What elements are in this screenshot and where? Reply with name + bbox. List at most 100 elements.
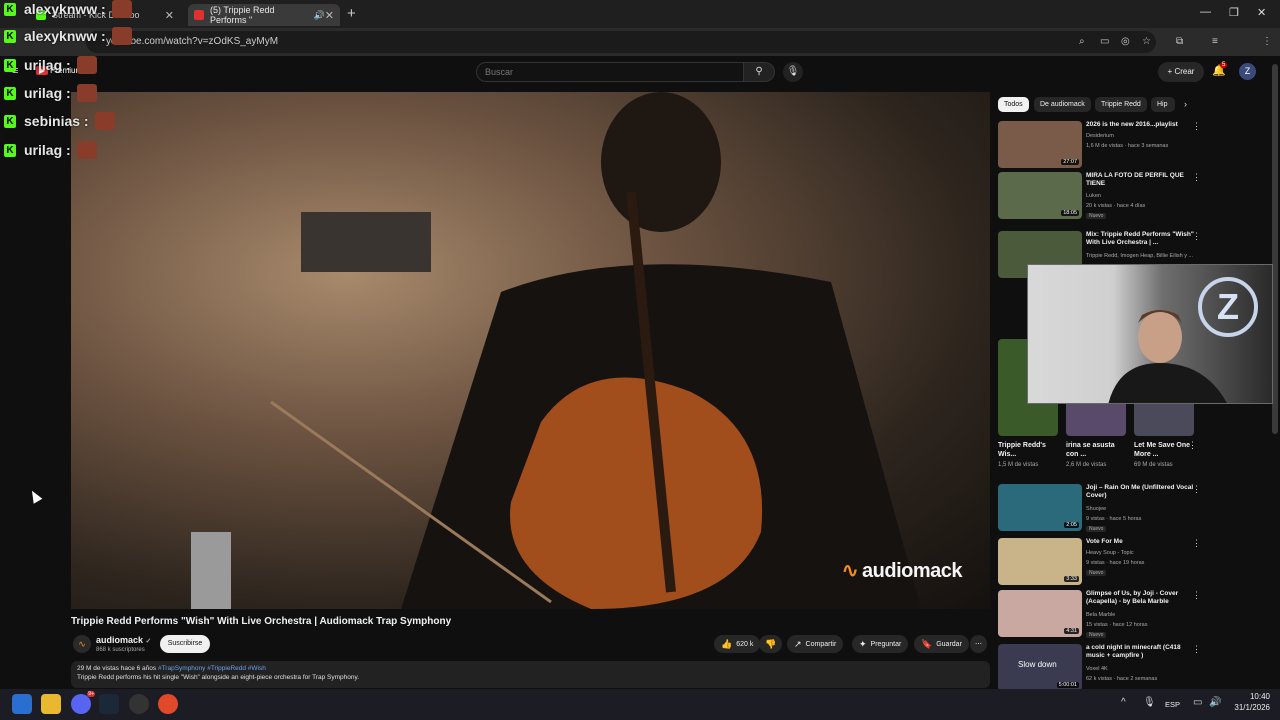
tab-title: (5) Trippie Redd Performs ": [210, 5, 275, 25]
file-explorer-icon[interactable]: [41, 694, 61, 714]
chip-all[interactable]: Todos: [998, 97, 1029, 112]
chevron-right-icon[interactable]: ›: [1184, 99, 1187, 109]
eye-off-icon[interactable]: ◎: [1121, 36, 1130, 47]
channel-name[interactable]: Luken: [1086, 193, 1101, 199]
mouse-cursor: [27, 488, 43, 504]
more-options-icon[interactable]: ⋮: [1192, 121, 1201, 132]
chat-user: alexyknww :: [24, 1, 106, 17]
search-button[interactable]: ⚲: [744, 62, 775, 82]
save-button[interactable]: 🔖 Guardar: [914, 635, 969, 653]
video-thumbnail[interactable]: 2:05: [998, 484, 1082, 531]
cast-icon[interactable]: ▭: [1100, 36, 1109, 47]
new-tab-button[interactable]: +: [347, 5, 356, 22]
more-icon[interactable]: ⋮: [1262, 36, 1272, 47]
short-title[interactable]: Trippie Redd's Wis...: [998, 441, 1058, 459]
share-button[interactable]: ↗ Compartir: [787, 635, 844, 653]
chat-user: urilag :: [24, 57, 71, 73]
chevron-up-icon[interactable]: ^: [1121, 697, 1126, 708]
ask-label: Preguntar: [870, 640, 902, 648]
hashtags[interactable]: #TrapSymphony #TrippieRedd #Wish: [158, 665, 266, 672]
more-options-icon[interactable]: ⋮: [1188, 440, 1197, 451]
list-item[interactable]: 27:07 2026 is the new 2016...playlist De…: [998, 121, 1238, 171]
list-item[interactable]: 2:05 Joji – Rain On Me (Unfiltered Vocal…: [998, 484, 1238, 534]
avatar[interactable]: Z: [1239, 63, 1256, 80]
video-player[interactable]: ∿ audiomack: [71, 92, 990, 609]
verified-icon: ✓: [145, 638, 152, 645]
chat-message: Kurilag :: [4, 141, 97, 159]
more-options-icon[interactable]: ⋮: [1192, 484, 1201, 495]
channel-name[interactable]: Heavy Soup - Topic: [1086, 550, 1134, 556]
video-thumbnail[interactable]: 18:05: [998, 172, 1082, 219]
video-title[interactable]: 2026 is the new 2016...playlist: [1086, 121, 1196, 129]
close-window-button[interactable]: ✕: [1257, 6, 1266, 19]
video-thumbnail[interactable]: 27:07: [998, 121, 1082, 168]
ask-button[interactable]: ✦ Preguntar: [852, 635, 909, 653]
more-options-icon[interactable]: ⋮: [1192, 590, 1201, 601]
discord-icon[interactable]: 9+: [71, 691, 95, 714]
reading-list-icon[interactable]: ≡: [1212, 36, 1218, 47]
subscribe-button[interactable]: Suscribirse: [160, 635, 210, 653]
close-icon[interactable]: ✕: [325, 9, 334, 22]
url-field[interactable]: youtube.com/watch?v=zOdKS_ayMyM: [86, 31, 1156, 53]
tab-youtube-video[interactable]: (5) Trippie Redd Performs " 🔊 ✕: [188, 4, 340, 26]
video-title[interactable]: Glimpse of Us, by Joji - Cover (Acapella…: [1086, 590, 1196, 607]
video-title[interactable]: Mix: Trippie Redd Performs "Wish" With L…: [1086, 231, 1196, 248]
steam-icon[interactable]: [99, 694, 119, 714]
video-thumbnail[interactable]: 4:31: [998, 590, 1082, 637]
volume-icon[interactable]: 🔊: [1209, 697, 1221, 708]
network-icon[interactable]: ▭: [1193, 697, 1202, 708]
windows-start-icon[interactable]: [12, 694, 32, 714]
list-item[interactable]: Slow down 5:00:01 a cold night in minecra…: [998, 644, 1238, 689]
restore-button[interactable]: ❐: [1229, 6, 1239, 19]
channel-name[interactable]: Trippie Redd, Imogen Heap, Billie Eilish…: [1086, 253, 1193, 259]
list-item[interactable]: 3:33 Vote For Me Heavy Soup - Topic 9 vi…: [998, 538, 1238, 588]
video-title[interactable]: Vote For Me: [1086, 538, 1196, 546]
more-options-icon[interactable]: ⋮: [1192, 538, 1201, 549]
more-actions-button[interactable]: ⋯: [970, 635, 987, 653]
mic-icon[interactable]: 🎙: [783, 62, 803, 82]
short-title[interactable]: Let Me Save One More ...: [1134, 441, 1194, 459]
short-title[interactable]: irina se asusta con ...: [1066, 441, 1126, 459]
app-icon[interactable]: [129, 694, 149, 714]
chat-user: urilag :: [24, 142, 71, 158]
video-thumbnail[interactable]: 3:33: [998, 538, 1082, 585]
minimize-button[interactable]: —: [1200, 6, 1211, 18]
video-title[interactable]: Joji – Rain On Me (Unfiltered Vocal Cove…: [1086, 484, 1196, 501]
zoom-icon[interactable]: ⌕: [1079, 36, 1085, 47]
chip-hip-hop[interactable]: Hip h: [1151, 97, 1175, 112]
sparkle-icon: ✦: [859, 638, 867, 649]
channel-name[interactable]: Voxel 4K: [1086, 666, 1108, 672]
extensions-icon[interactable]: ⧉: [1176, 36, 1183, 47]
like-button[interactable]: 👍 620 k: [714, 635, 761, 653]
emote-icon: [76, 141, 97, 159]
speaker-icon[interactable]: 🔊: [314, 10, 325, 21]
channel-name[interactable]: audiomack ✓: [96, 635, 151, 645]
video-title[interactable]: MIRA LA FOTO DE PERFIL QUE TIENE: [1086, 172, 1196, 189]
description-box[interactable]: 29 M de vistas hace 6 años #TrapSymphony…: [71, 661, 990, 688]
chat-message: Ksebinias :: [4, 112, 115, 130]
star-icon[interactable]: ☆: [1142, 36, 1151, 47]
close-icon[interactable]: ✕: [165, 9, 174, 22]
search-input[interactable]: Buscar: [476, 62, 744, 82]
list-item[interactable]: 4:31 Glimpse of Us, by Joji - Cover (Aca…: [998, 590, 1238, 640]
video-title[interactable]: a cold night in minecraft (C418 music + …: [1086, 644, 1196, 661]
dislike-button[interactable]: 👎: [759, 635, 783, 653]
create-button[interactable]: + Crear: [1158, 62, 1204, 82]
list-item[interactable]: 18:05 MIRA LA FOTO DE PERFIL QUE TIENE L…: [998, 172, 1238, 222]
more-options-icon[interactable]: ⋮: [1192, 644, 1201, 655]
chip-trippie-redd[interactable]: Trippie Redd: [1095, 97, 1147, 112]
language-indicator[interactable]: ESP: [1165, 700, 1180, 709]
mic-icon[interactable]: 🎙: [1143, 697, 1156, 708]
youtube-icon: [194, 10, 204, 20]
chrome-icon[interactable]: [158, 694, 178, 714]
more-options-icon[interactable]: ⋮: [1192, 231, 1201, 242]
video-thumbnail[interactable]: Slow down 5:00:01: [998, 644, 1082, 689]
channel-name-text: audiomack: [96, 635, 144, 645]
clock[interactable]: 10:40 31/1/2026: [1228, 692, 1270, 714]
more-options-icon[interactable]: ⋮: [1192, 172, 1201, 183]
channel-avatar[interactable]: ∿: [73, 635, 91, 653]
channel-name[interactable]: Bela Marble: [1086, 612, 1115, 618]
channel-name[interactable]: Desiderium: [1086, 133, 1114, 139]
chip-from-channel[interactable]: De audiomack: [1034, 97, 1091, 112]
channel-name[interactable]: Shuojee: [1086, 506, 1106, 512]
